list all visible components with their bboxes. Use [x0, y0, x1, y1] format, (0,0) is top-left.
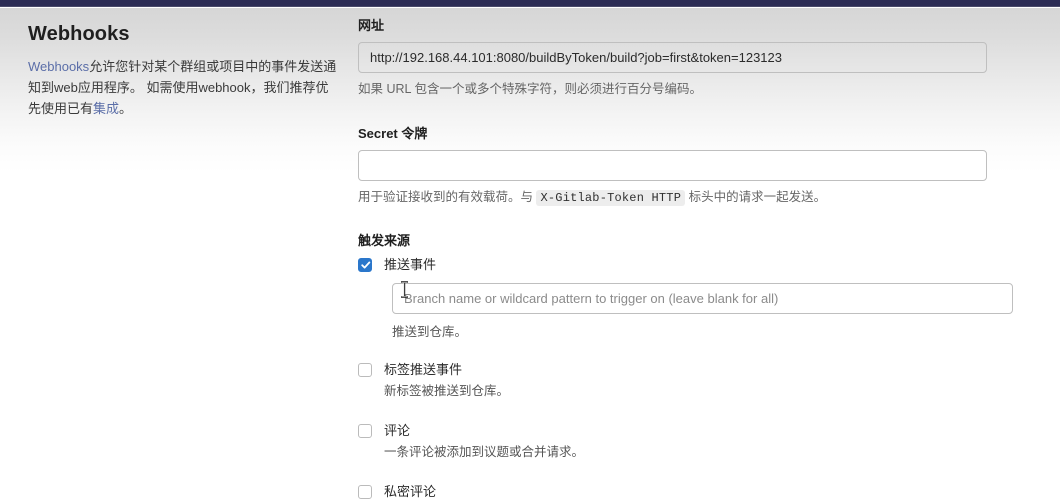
page-title: Webhooks	[28, 23, 130, 45]
push-events-branch-wrap	[392, 283, 1013, 315]
secret-token-label: Secret 令牌	[358, 125, 428, 141]
webhooks-doc-link[interactable]: Webhooks	[28, 59, 89, 74]
trigger-section: 触发来源 推送事件 推送到仓库。	[358, 232, 1013, 501]
integrations-link[interactable]: 集成	[93, 101, 119, 116]
page-description-tail: 。	[119, 101, 133, 117]
branch-filter-input[interactable]	[392, 283, 1013, 315]
app-top-chrome-bar	[0, 0, 1060, 7]
comments-description: 一条评论被添加到议题或合并请求。	[384, 445, 585, 460]
confidential-comments-label[interactable]: 私密评论	[384, 484, 436, 499]
push-events-description: 推送到仓库。	[392, 325, 468, 340]
webhooks-description-column: Webhooks Webhooks允许您针对某个群组或项目中的事件发送通知到we…	[28, 22, 338, 119]
page-content: Webhooks Webhooks允许您针对某个群组或项目中的事件发送通知到we…	[0, 8, 1060, 501]
url-label: 网址	[358, 18, 385, 33]
comments-checkbox[interactable]	[358, 424, 372, 439]
secret-hint-before: 用于验证接收到的有效载荷。与	[358, 189, 537, 204]
secret-token-hint: 用于验证接收到的有效载荷。与 X-Gitlab-Token HTTP 标头中的请…	[358, 188, 990, 207]
webhook-form-column: 网址 如果 URL 包含一个或多个特殊字符，则必须进行百分号编码。 Secret…	[358, 18, 1013, 501]
tag-push-events-label[interactable]: 标签推送事件	[384, 362, 462, 377]
page-description: Webhooks允许您针对某个群组或项目中的事件发送通知到web应用程序。 如需…	[28, 56, 338, 119]
push-events-label[interactable]: 推送事件	[384, 257, 436, 272]
trigger-section-label: 触发来源	[358, 232, 411, 248]
trigger-checkbox-list: 推送事件 推送到仓库。 标签推送事件 新标签被推送到仓库。	[358, 256, 1013, 501]
tag-push-events-checkbox[interactable]	[358, 363, 372, 378]
gitlab-token-header-code: X-Gitlab-Token HTTP	[536, 189, 686, 206]
confidential-comments-checkbox[interactable]	[358, 484, 372, 499]
secret-hint-after: 标头中的请求一起发送。	[685, 189, 827, 204]
url-input[interactable]	[358, 41, 987, 73]
webhooks-settings-page: Webhooks Webhooks允许您针对某个群组或项目中的事件发送通知到we…	[0, 0, 1060, 501]
url-hint: 如果 URL 包含一个或多个特殊字符，则必须进行百分号编码。	[358, 81, 702, 96]
url-field-group: 网址 如果 URL 包含一个或多个特殊字符，则必须进行百分号编码。	[358, 18, 990, 99]
secret-token-input[interactable]	[358, 149, 987, 181]
push-events-checkbox[interactable]	[358, 258, 372, 273]
trigger-row-confidential-comments: 私密评论 一条评论被添加到机密议题。	[358, 483, 990, 501]
secret-token-field-group: Secret 令牌 用于验证接收到的有效载荷。与 X-Gitlab-Token …	[358, 126, 990, 207]
trigger-row-tag-push-events: 标签推送事件 新标签被推送到仓库。	[358, 361, 990, 401]
tag-push-events-description: 新标签被推送到仓库。	[384, 384, 510, 399]
trigger-row-push-events: 推送事件 推送到仓库。	[358, 256, 1013, 340]
comments-label[interactable]: 评论	[384, 423, 410, 438]
trigger-row-comments: 评论 一条评论被添加到议题或合并请求。	[358, 422, 990, 462]
